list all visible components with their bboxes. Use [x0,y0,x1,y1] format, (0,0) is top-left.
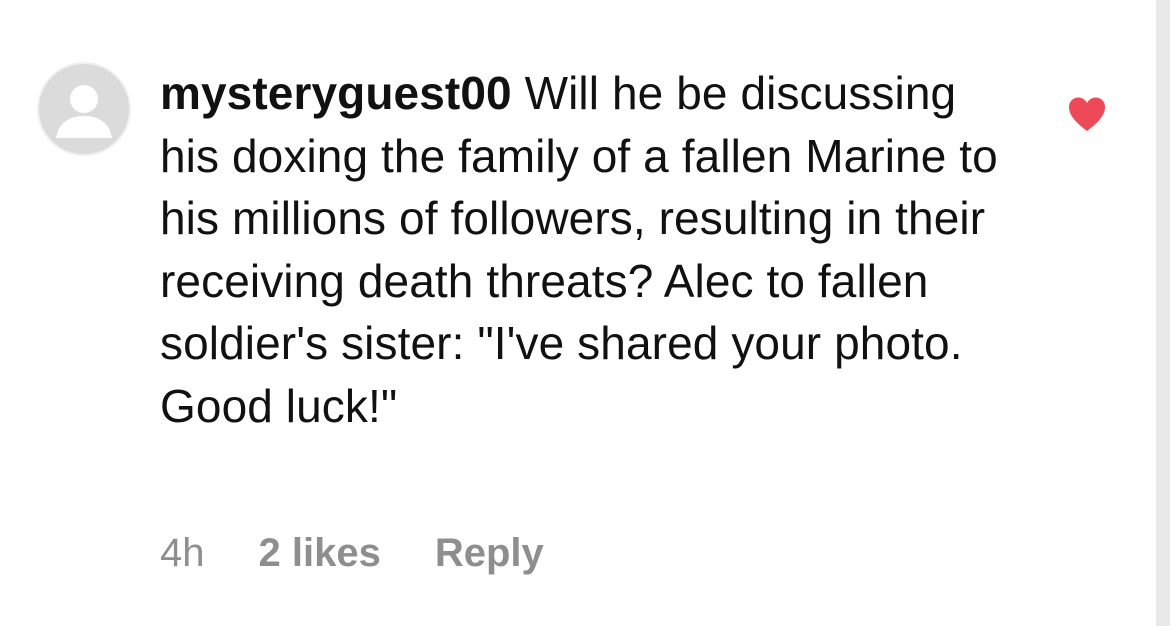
comment-meta: 4h 2 likes Reply [160,528,544,578]
comment-body: mysteryguest00 Will he be discussing his… [160,62,1020,437]
likes-count-button[interactable]: 2 likes [259,528,381,578]
heart-icon[interactable] [1067,96,1107,134]
default-avatar-icon[interactable] [37,62,131,156]
right-edge-divider [1156,0,1170,626]
comment-screen: mysteryguest00 Will he be discussing his… [0,0,1170,626]
reply-button[interactable]: Reply [435,528,544,578]
comment-timestamp: 4h [160,531,205,575]
comment-text: Will he be discussing his doxing the fam… [160,67,998,432]
comment-username[interactable]: mysteryguest00 [160,67,512,119]
